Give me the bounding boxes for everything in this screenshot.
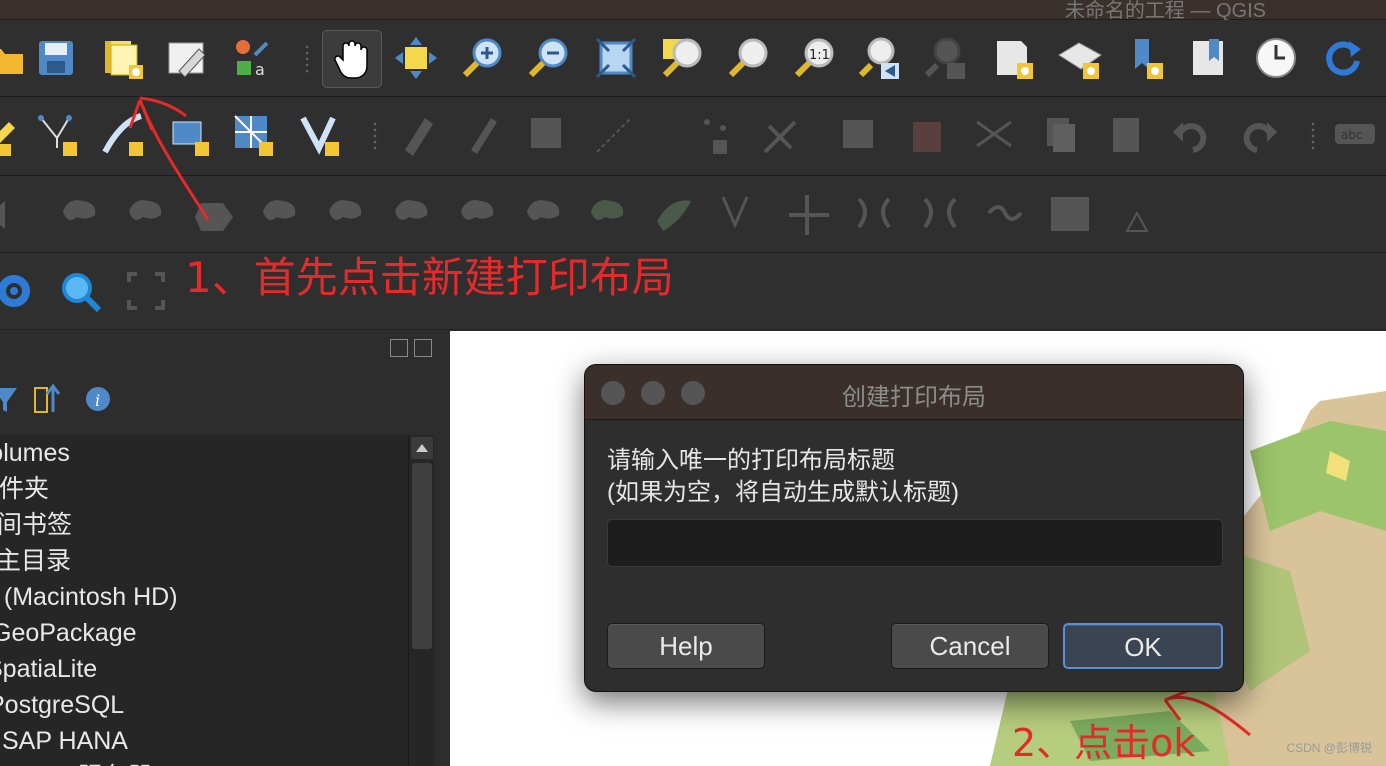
dialog-titlebar: 创建打印布局 xyxy=(585,365,1243,420)
create-print-layout-dialog: 创建打印布局 请输入唯一的打印布局标题 (如果为空，将自动生成默认标题) Hel… xyxy=(584,364,1244,692)
annotation-step1: 1、首先点击新建打印布局 xyxy=(185,253,674,302)
help-button[interactable]: Help xyxy=(607,623,765,669)
dialog-title: 创建打印布局 xyxy=(842,384,986,411)
cancel-button[interactable]: Cancel xyxy=(891,623,1049,669)
ok-button[interactable]: OK xyxy=(1063,623,1223,669)
dialog-message: 请输入唯一的打印布局标题 (如果为空，将自动生成默认标题) xyxy=(607,447,959,506)
watermark: CSDN @彭博锐 xyxy=(1286,741,1372,755)
layout-title-input[interactable] xyxy=(607,519,1223,567)
qgis-window: 未命名的工程 — QGIS a 1:1 abc i lumes 件夹 间书签 主… xyxy=(0,0,1386,766)
annotation-step2: 2、点击ok xyxy=(1012,721,1196,765)
